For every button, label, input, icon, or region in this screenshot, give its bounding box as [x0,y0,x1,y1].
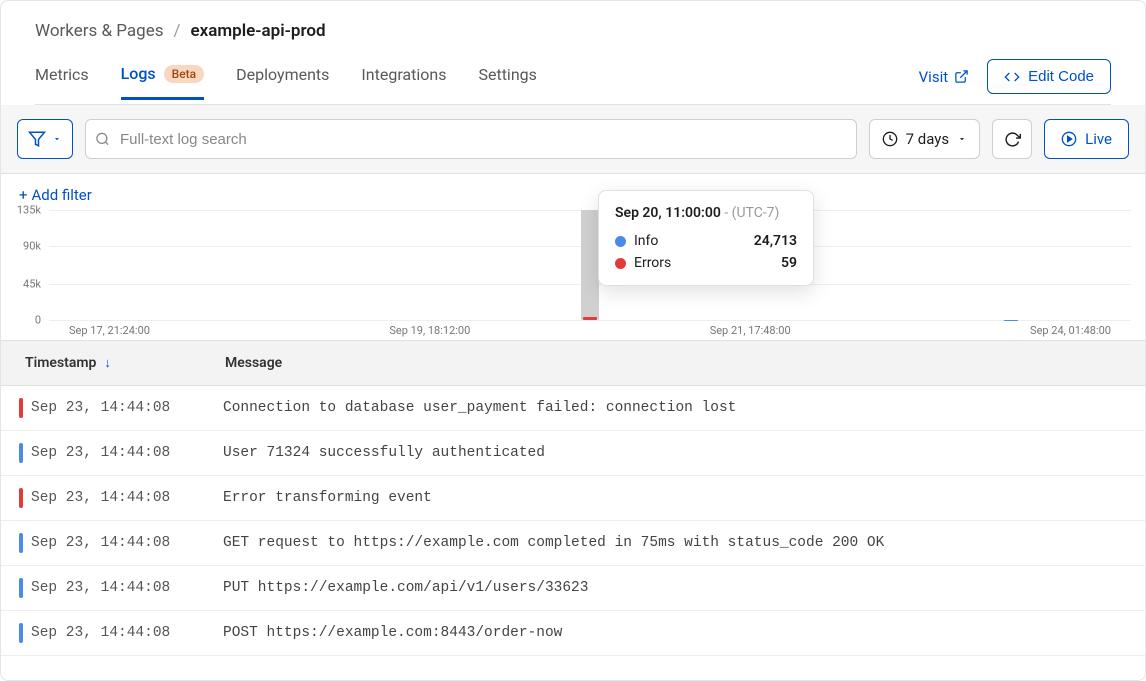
col-header-timestamp[interactable]: Timestamp ↓ [25,355,225,371]
x-tick: Sep 17, 21:24:00 [69,324,150,337]
tabs: Metrics Logs Beta Deployments Integratio… [35,59,1111,105]
x-axis: Sep 17, 21:24:00 Sep 19, 18:12:00 Sep 21… [49,320,1131,337]
tooltip-info-value: 24,713 [754,233,797,249]
log-timestamp: Sep 23, 14:44:08 [31,400,223,416]
y-axis: 135k 90k 45k 0 [7,210,45,320]
breadcrumb: Workers & Pages / example-api-prod [35,21,1111,41]
log-timestamp: Sep 23, 14:44:08 [31,535,223,551]
log-row[interactable]: Sep 23, 14:44:08Error transforming event [1,476,1145,521]
filter-button[interactable] [17,119,73,159]
log-message: Connection to database user_payment fail… [223,400,1127,416]
visit-label: Visit [919,68,949,86]
tab-settings[interactable]: Settings [478,65,536,98]
edit-code-button[interactable]: Edit Code [987,59,1111,94]
log-timestamp: Sep 23, 14:44:08 [31,490,223,506]
sort-descending-icon: ↓ [104,355,111,371]
log-row[interactable]: Sep 23, 14:44:08User 71324 successfully … [1,431,1145,476]
tooltip-errors-label: Errors [634,255,671,271]
x-tick: Sep 19, 18:12:00 [389,324,470,337]
tab-logs-label: Logs [121,64,156,83]
log-table-header: Timestamp ↓ Message [1,340,1145,386]
y-tick: 90k [23,240,41,253]
log-message: PUT https://example.com/api/v1/users/336… [223,580,1127,596]
tab-metrics[interactable]: Metrics [35,65,89,98]
time-range-dropdown[interactable]: 7 days [869,119,981,159]
info-level-indicator [19,578,23,598]
log-message: GET request to https://example.com compl… [223,535,1127,551]
live-label: Live [1085,130,1112,148]
add-filter-button[interactable]: + Add filter [19,186,92,204]
log-message: POST https://example.com:8443/order-now [223,625,1127,641]
clock-icon [882,131,898,147]
histogram-bar-hovered[interactable] [581,210,599,320]
beta-badge: Beta [164,65,204,83]
info-dot-icon [615,236,626,247]
log-timestamp: Sep 23, 14:44:08 [31,625,223,641]
y-tick: 0 [35,314,41,327]
code-icon [1004,69,1020,85]
tooltip-errors-value: 59 [781,255,797,271]
tab-logs[interactable]: Logs Beta [121,64,205,100]
search-icon [95,132,110,147]
search-input[interactable] [85,119,857,159]
log-rows: Sep 23, 14:44:08Connection to database u… [1,386,1145,656]
y-tick: 135k [17,204,41,217]
error-level-indicator [19,398,23,418]
tab-integrations[interactable]: Integrations [361,65,446,98]
refresh-button[interactable] [992,119,1032,159]
log-timestamp: Sep 23, 14:44:08 [31,580,223,596]
breadcrumb-current: example-api-prod [191,21,326,41]
log-message: Error transforming event [223,490,1127,506]
tooltip-timezone: - (UTC-7) [724,205,779,221]
play-circle-icon [1061,131,1077,147]
logs-histogram[interactable]: 135k 90k 45k 0 Sep 17, 21:24:00 Sep 19, … [1,210,1145,340]
time-range-label: 7 days [906,130,950,148]
add-filter-label: Add filter [32,186,92,204]
y-tick: 45k [23,277,41,290]
log-row[interactable]: Sep 23, 14:44:08GET request to https://e… [1,521,1145,566]
error-level-indicator [19,488,23,508]
refresh-icon [1004,131,1021,148]
x-tick: Sep 21, 17:48:00 [710,324,791,337]
filter-icon [28,130,46,148]
log-row[interactable]: Sep 23, 14:44:08Connection to database u… [1,386,1145,431]
search-input-wrap [85,119,857,159]
chevron-down-icon [52,134,62,144]
col-header-message[interactable]: Message [225,355,1121,371]
tooltip-timestamp: Sep 20, 11:00:00 [615,205,721,221]
edit-code-label: Edit Code [1028,68,1094,85]
error-dot-icon [615,258,626,269]
visit-link[interactable]: Visit [919,68,970,86]
info-level-indicator [19,623,23,643]
chevron-down-icon [957,134,967,144]
toolbar: 7 days Live [1,105,1145,174]
histogram-bar-errors [583,317,597,320]
breadcrumb-parent[interactable]: Workers & Pages [35,21,164,41]
info-level-indicator [19,533,23,553]
log-row[interactable]: Sep 23, 14:44:08PUT https://example.com/… [1,566,1145,611]
live-button[interactable]: Live [1044,119,1129,159]
plus-icon: + [19,186,28,204]
log-row[interactable]: Sep 23, 14:44:08POST https://example.com… [1,611,1145,656]
log-message: User 71324 successfully authenticated [223,445,1127,461]
chart-tooltip: Sep 20, 11:00:00 - (UTC-7) Info 24,713 E… [598,190,814,286]
tab-deployments[interactable]: Deployments [236,65,329,98]
x-tick: Sep 24, 01:48:00 [1030,324,1111,337]
external-link-icon [954,69,969,84]
breadcrumb-separator: / [174,21,181,41]
tooltip-info-label: Info [634,233,658,249]
log-timestamp: Sep 23, 14:44:08 [31,445,223,461]
info-level-indicator [19,443,23,463]
